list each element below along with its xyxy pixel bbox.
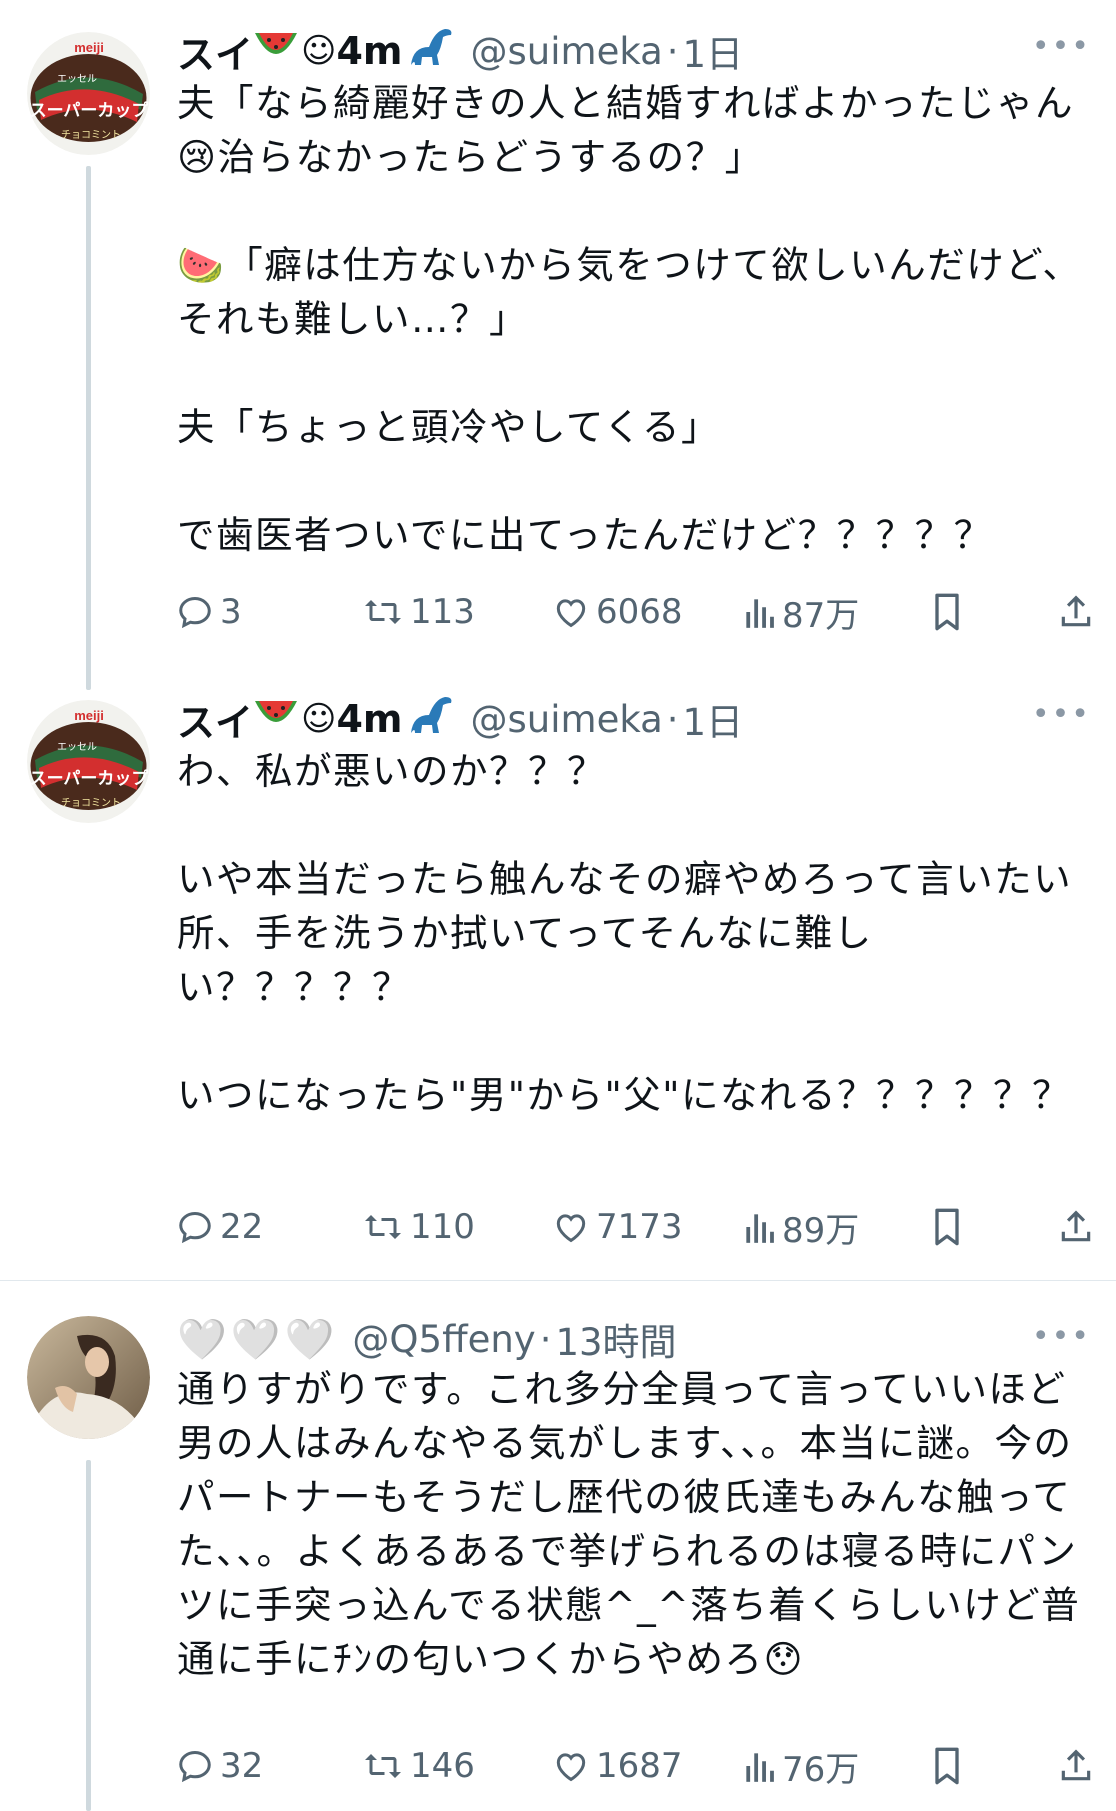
tweet-actions: 32 146 1687 76万 xyxy=(0,1744,1116,1790)
bookmark-icon xyxy=(935,593,959,631)
views-count: 87万 xyxy=(782,595,860,636)
views-button[interactable]: 87万 xyxy=(742,590,860,636)
tweet-3[interactable]: 🤍🤍🤍 @Q5ffeny · 13時間 ••• 通りすがりです。これ多分全員って… xyxy=(0,1300,1116,1811)
bookmark-button[interactable] xyxy=(930,590,964,634)
reply-count: 22 xyxy=(220,1207,264,1247)
reply-icon xyxy=(179,1751,211,1783)
tweet-text: 通りすがりです。これ多分全員って言っていいほど男の人はみんなやる気がします、、。… xyxy=(177,1367,1081,1681)
separator-dot: · xyxy=(539,1317,552,1361)
views-count: 89万 xyxy=(782,1210,860,1251)
display-name-text: スイ xyxy=(177,700,254,745)
tweet-actions: 3 113 6068 87万 xyxy=(0,590,1116,636)
tweet-text: わ、私が悪いのか？？？ いや本当だったら触んなその癖やめろって言いたい所、手を洗… xyxy=(177,749,1073,1117)
retweet-count: 146 xyxy=(410,1746,475,1786)
reply-button[interactable]: 3 xyxy=(176,590,242,634)
more-options-icon[interactable]: ••• xyxy=(1032,700,1091,730)
reply-button[interactable]: 22 xyxy=(176,1205,263,1249)
avatar-ice-cream[interactable]: meiji スーパーカップ チョコミント エッセル xyxy=(27,700,150,823)
watermelon-emoji-icon xyxy=(253,695,299,744)
reply-count: 32 xyxy=(220,1746,264,1786)
reply-button[interactable]: 32 xyxy=(176,1744,263,1788)
like-icon xyxy=(556,599,586,628)
share-icon xyxy=(1061,1749,1091,1781)
tweet-2[interactable]: meiji スーパーカップ チョコミント エッセル スイ ☺ 4m @suime… xyxy=(0,668,1116,1280)
like-count: 6068 xyxy=(596,592,683,632)
bookmark-button[interactable] xyxy=(930,1205,964,1249)
share-icon xyxy=(1061,1210,1091,1242)
reply-count: 3 xyxy=(220,592,242,632)
retweet-button[interactable]: 146 xyxy=(362,1744,475,1788)
dinosaur-emoji-icon xyxy=(407,25,457,78)
more-options-icon[interactable]: ••• xyxy=(1032,32,1091,62)
reply-icon xyxy=(179,597,211,629)
like-button[interactable]: 7173 xyxy=(552,1205,683,1249)
tweet-header: スイ ☺ 4m @suimeka · 1日 xyxy=(177,18,1116,84)
avatar-photo[interactable] xyxy=(27,1316,150,1439)
timestamp[interactable]: 13時間 xyxy=(555,1312,676,1366)
separator-dot: · xyxy=(666,29,679,73)
avatar-ice-cream[interactable]: meiji スーパーカップ チョコミント エッセル xyxy=(27,32,150,155)
display-name-suffix: 4m xyxy=(336,29,403,73)
tweet-actions: 22 110 7173 89万 xyxy=(0,1205,1116,1251)
bookmark-icon xyxy=(935,1208,959,1246)
smile-glyph-icon: ☺ xyxy=(301,31,337,71)
like-icon xyxy=(556,1214,586,1243)
retweet-button[interactable]: 113 xyxy=(362,590,475,634)
views-icon xyxy=(746,599,774,628)
bookmark-button[interactable] xyxy=(930,1744,964,1788)
like-count: 7173 xyxy=(596,1207,683,1247)
user-handle[interactable]: @Q5ffeny xyxy=(352,1318,535,1361)
display-name[interactable]: スイ ☺ 4m xyxy=(177,692,457,747)
share-button[interactable] xyxy=(1057,1205,1095,1249)
views-button[interactable]: 76万 xyxy=(742,1744,860,1790)
retweet-count: 113 xyxy=(410,592,475,632)
tweet-header: スイ ☺ 4m @suimeka · 1日 xyxy=(177,686,1116,752)
svg-text:チョコミント: チョコミント xyxy=(61,129,121,141)
share-icon xyxy=(1061,595,1091,627)
retweet-count: 110 xyxy=(410,1207,475,1247)
svg-text:スーパーカップ: スーパーカップ xyxy=(30,768,150,789)
views-count: 76万 xyxy=(782,1749,860,1790)
share-button[interactable] xyxy=(1057,590,1095,634)
timestamp[interactable]: 1日 xyxy=(683,24,744,78)
divider xyxy=(0,1280,1116,1281)
smile-glyph-icon: ☺ xyxy=(301,699,337,739)
watermelon-emoji-icon xyxy=(253,27,299,76)
views-button[interactable]: 89万 xyxy=(742,1205,860,1251)
svg-text:エッセル: エッセル xyxy=(57,741,97,753)
share-button[interactable] xyxy=(1057,1744,1095,1788)
display-name-text: スイ xyxy=(177,32,254,77)
more-options-icon[interactable]: ••• xyxy=(1032,1322,1091,1352)
user-handle[interactable]: @suimeka xyxy=(471,30,663,73)
reply-icon xyxy=(179,1212,211,1244)
svg-text:meiji: meiji xyxy=(74,708,104,723)
svg-text:エッセル: エッセル xyxy=(57,73,97,85)
separator-dot: · xyxy=(666,697,679,741)
retweet-icon xyxy=(365,1215,401,1239)
like-count: 1687 xyxy=(596,1746,683,1786)
user-handle[interactable]: @suimeka xyxy=(471,698,663,741)
display-name[interactable]: スイ ☺ 4m xyxy=(177,24,457,79)
svg-text:meiji: meiji xyxy=(74,40,104,55)
views-icon xyxy=(746,1214,774,1243)
views-icon xyxy=(746,1753,774,1782)
svg-text:チョコミント: チョコミント xyxy=(61,797,121,809)
tweet-text: 夫「なら綺麗好きの人と結婚すればよかったじゃん 😢治らなかったらどうするの？」 … xyxy=(177,81,1082,557)
timestamp[interactable]: 1日 xyxy=(683,692,744,746)
like-button[interactable]: 6068 xyxy=(552,590,683,634)
retweet-icon xyxy=(365,600,401,624)
bookmark-icon xyxy=(935,1747,959,1785)
tweet-1[interactable]: meiji スーパーカップ チョコミント エッセル スイ ☺ 4m @suime… xyxy=(0,0,1116,690)
like-icon xyxy=(556,1753,586,1782)
svg-text:スーパーカップ: スーパーカップ xyxy=(30,100,150,121)
retweet-button[interactable]: 110 xyxy=(362,1205,475,1249)
display-name-suffix: 4m xyxy=(336,697,403,741)
like-button[interactable]: 1687 xyxy=(552,1744,683,1788)
dinosaur-emoji-icon xyxy=(407,693,457,746)
white-hearts-emoji-icon: 🤍🤍🤍 xyxy=(177,1316,339,1363)
display-name[interactable]: 🤍🤍🤍 xyxy=(177,1316,338,1363)
retweet-icon xyxy=(365,1754,401,1778)
